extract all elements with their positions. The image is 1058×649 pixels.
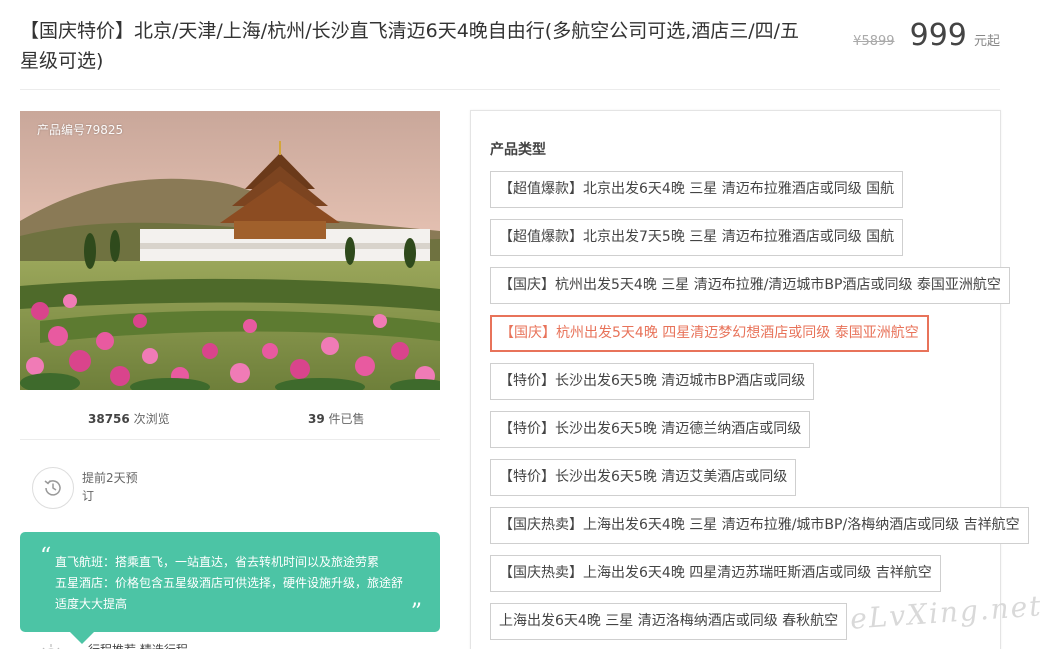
- product-option-10[interactable]: 上海出发6天4晚 三星 清迈洛梅纳酒店或同级 春秋航空: [490, 603, 848, 640]
- views-stat: 38756 次浏览: [88, 410, 170, 427]
- title-row: 【国庆特价】北京/天津/上海/杭州/长沙直飞清迈6天4晚自由行(多航空公司可选,…: [20, 14, 1000, 90]
- price-box: ¥5899 999 元起: [853, 18, 1000, 58]
- temple-photo: [20, 111, 440, 390]
- current-price: 999: [909, 18, 967, 53]
- product-option-3[interactable]: 【国庆】杭州出发5天4晚 三星 清迈布拉雅/清迈城市BP酒店或同级 泰国亚洲航空: [490, 267, 1010, 304]
- product-title: 【国庆特价】北京/天津/上海/杭州/长沙直飞清迈6天4晚自由行(多航空公司可选,…: [20, 20, 800, 72]
- views-label: 次浏览: [133, 412, 170, 426]
- highlights-box: “ 直飞航班：搭乘直飞，一站直达，省去转机时间以及旅途劳累 五星酒店：价格包含五…: [20, 532, 440, 632]
- product-hero-image[interactable]: 产品编号79825: [20, 111, 440, 390]
- itinerary-heading: 行程推荐 精选行程: [88, 641, 188, 649]
- product-option-5[interactable]: 【特价】长沙出发6天5晚 清迈城市BP酒店或同级: [490, 363, 815, 400]
- product-option-1[interactable]: 【超值爆款】北京出发6天4晚 三星 清迈布拉雅酒店或同级 国航: [490, 171, 904, 208]
- sold-count: 39: [308, 412, 325, 426]
- product-stats: 38756 次浏览 39 件已售: [20, 400, 440, 440]
- product-type-label: 产品类型: [490, 142, 546, 158]
- highlight-line-2: 五星酒店：价格包含五星级酒店可供选择，硬件设施升级，旅途舒: [55, 576, 404, 590]
- clock-history-icon: [32, 467, 74, 509]
- highlight-line-3: 适度大大提高: [55, 597, 128, 611]
- product-option-4-selected[interactable]: 【国庆】杭州出发5天4晚 四星清迈梦幻想酒店或同级 泰国亚洲航空: [490, 315, 929, 352]
- views-count: 38756: [88, 412, 130, 426]
- close-quote-icon: ”: [410, 600, 422, 625]
- advance-booking: 提前2天预订: [32, 467, 232, 511]
- product-option-6[interactable]: 【特价】长沙出发6天5晚 清迈德兰纳酒店或同级: [490, 411, 811, 448]
- product-option-2[interactable]: 【超值爆款】北京出发7天5晚 三星 清迈布拉雅酒店或同级 国航: [490, 219, 904, 256]
- sun-icon: [40, 639, 62, 649]
- product-option-7[interactable]: 【特价】长沙出发6天5晚 清迈艾美酒店或同级: [490, 459, 797, 496]
- sold-label: 件已售: [328, 412, 365, 426]
- product-number: 产品编号79825: [37, 123, 124, 137]
- advance-booking-text: 提前2天预订: [82, 471, 138, 503]
- highlight-line-1: 直飞航班：搭乘直飞，一站直达，省去转机时间以及旅途劳累: [55, 555, 380, 569]
- price-unit: 元起: [973, 34, 1000, 49]
- product-option-9[interactable]: 【国庆热卖】上海出发6天4晚 四星清迈苏瑞旺斯酒店或同级 吉祥航空: [490, 555, 941, 592]
- sold-stat: 39 件已售: [308, 410, 365, 427]
- open-quote-icon: “: [40, 544, 52, 569]
- product-type-panel: 产品类型 【超值爆款】北京出发6天4晚 三星 清迈布拉雅酒店或同级 国航 【超值…: [470, 110, 1029, 649]
- original-price: ¥5899: [853, 34, 895, 49]
- product-option-8[interactable]: 【国庆热卖】上海出发6天4晚 三星 清迈布拉雅/城市BP/洛梅纳酒店或同级 吉祥…: [490, 507, 1029, 544]
